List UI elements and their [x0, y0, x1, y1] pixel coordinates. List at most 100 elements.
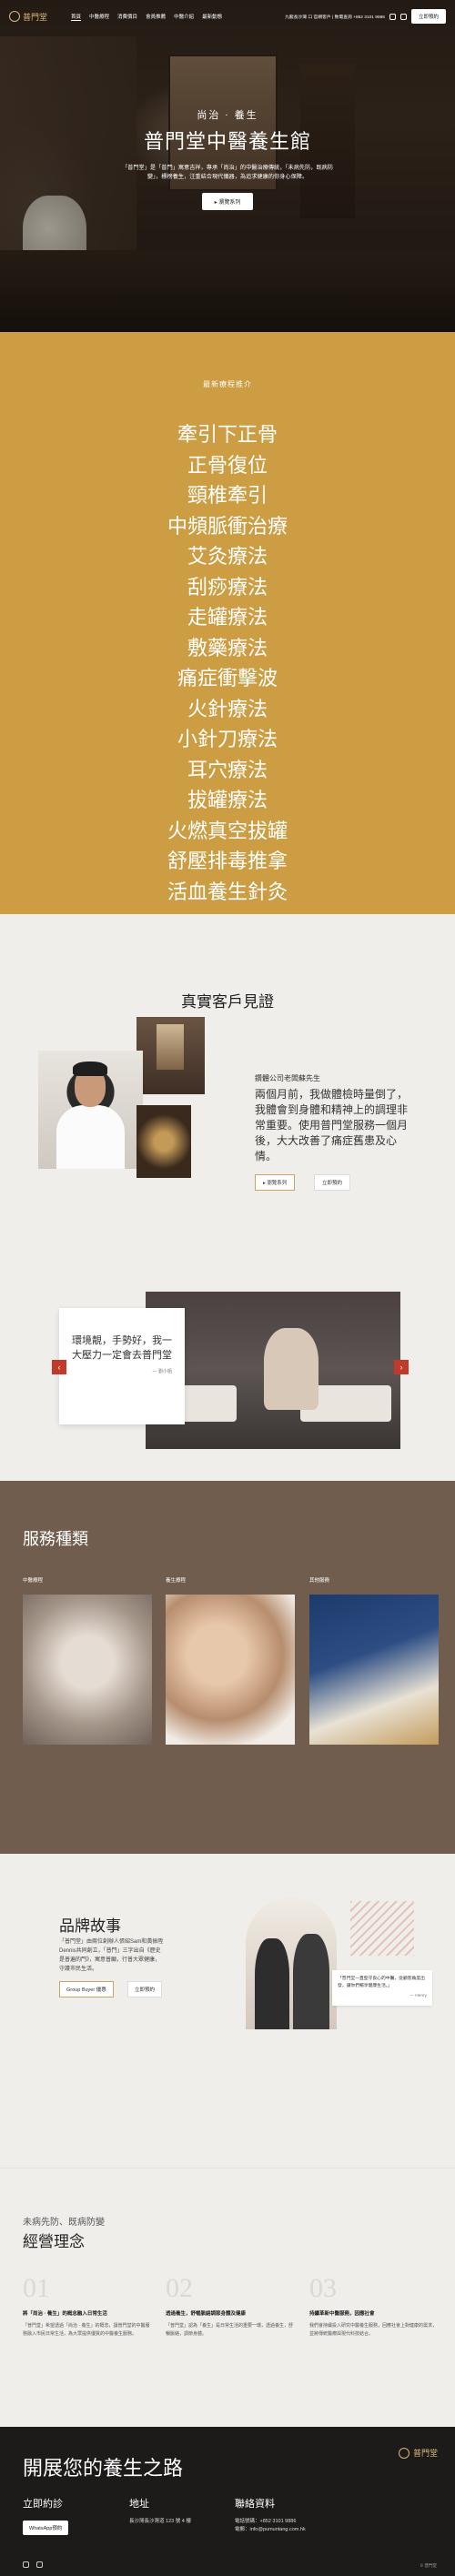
whatsapp-button[interactable]: WhatsApp預約	[23, 2521, 69, 2535]
testimonial-card-text: 環境靚，手勢好，我一大壓力一定會去普門堂	[72, 1335, 172, 1361]
philosophy-heading: 透過養生，舒暢脈絡調節身體及健康	[166, 2311, 247, 2317]
treatment-item[interactable]: 走罐療法	[0, 602, 455, 633]
philosophy-heading: 將「尚治 · 養生」的概念融入日常生活	[23, 2311, 107, 2317]
logo-icon	[399, 2447, 410, 2459]
treatments-heading: 最新療程推介	[203, 380, 252, 388]
hero-browse-button[interactable]: ▸ 瀏覽系列	[201, 193, 254, 210]
treatment-item[interactable]: 牽引下正骨	[0, 419, 455, 450]
footer-social	[23, 2561, 43, 2568]
brand-text: 「普門堂」由兩位創辦人張紹Sam和黃振陞Dennis共同創立，「普門」三字出自《…	[59, 1939, 164, 1972]
service-image-other[interactable]	[309, 1595, 439, 1745]
treatment-item[interactable]: 頸椎牽引	[0, 480, 455, 511]
service-image-wellness[interactable]	[166, 1595, 295, 1745]
footer-address: 地址 長沙灣長沙灣道 123 號 4 樓	[129, 2496, 191, 2526]
treatment-item[interactable]: 舒壓排毒推拿	[0, 846, 455, 877]
testimonials-section: 真實客戶見證 鑽體公司老闆蘇先生 兩個月前，我做體檢時量倒了，我體會到身體和精神…	[0, 914, 455, 1481]
hero-description: 「普門堂」是「普門」寓意吉祥，專承「尚治」的中醫治療傳統，「未病先防，既病防變」…	[121, 165, 334, 180]
brand-quote-text: 「普門堂一直堅守良心的中醫，從顧客角度出發，讓你們暢享健康生活。」	[338, 1977, 425, 1988]
copyright: © 普門堂	[420, 2563, 437, 2568]
nav-item-referral[interactable]: 會員推薦	[146, 13, 166, 21]
testimonial-browse-button[interactable]: ▸ 瀏覽系列	[255, 1174, 296, 1191]
top-right: 九龍長沙灣 口 官網客戶 | 致電查詢 +852 3101 9886 立即預約	[285, 9, 446, 24]
brand-quote: 「普門堂一直堅守良心的中醫，從顧客角度出發，讓你們暢享健康生活。」 — Henr…	[332, 1970, 432, 2006]
decorative-pattern	[350, 1901, 414, 1956]
footer-logo-text: 普門堂	[413, 2449, 439, 2458]
brand-book-button[interactable]: 立即預約	[127, 1981, 163, 1997]
carousel-next-button[interactable]: ›	[394, 1360, 409, 1374]
treatments-list: 牽引下正骨 正骨復位 頸椎牽引 中頻脈衝治療 艾灸療法 刮痧療法 走罐療法 敷藥…	[0, 419, 455, 907]
footer-contact-heading: 聯絡資料	[235, 2499, 275, 2510]
philosophy-number: 03	[309, 2273, 337, 2303]
philosophy-column: 03 持續革新中醫服務，因應社會 我們會持續投入研究中醫養生服務，回應社會上對健…	[309, 2273, 439, 2338]
treatments-section: 最新療程推介 牽引下正骨 正骨復位 頸椎牽引 中頻脈衝治療 艾灸療法 刮痧療法 …	[0, 332, 455, 914]
treatment-item[interactable]: 痛症衝擊波	[0, 663, 455, 694]
top-nav-bar: 普門堂 首頁 中醫療程 消費價目 會員推薦 中醫介紹 最新動態 九龍長沙灣 口 …	[0, 0, 455, 33]
treatment-item[interactable]: 火燃真空拔罐	[0, 816, 455, 847]
nav-item-tcm[interactable]: 中醫介紹	[174, 13, 194, 21]
hero-browse-label: 瀏覽系列	[218, 200, 241, 206]
facebook-icon[interactable]	[23, 2561, 29, 2568]
footer-booking-heading: 立即約診	[23, 2499, 63, 2510]
treatment-item[interactable]: 正骨復位	[0, 450, 455, 481]
footer-contact: 聯絡資料 電話號碼：+852 3101 9886 電郵：info@pumunta…	[235, 2496, 306, 2534]
main-nav: 首頁 中醫療程 消費價目 會員推薦 中醫介紹 最新動態	[71, 13, 222, 21]
brand-quote-author: — Henry	[410, 1994, 427, 1998]
footer-logo[interactable]: 普門堂	[399, 2447, 438, 2459]
testimonial-browse-label: 瀏覽系列	[267, 1181, 288, 1186]
service-image-tcm[interactable]	[23, 1595, 152, 1745]
testimonial-card-author: — 劉小姐	[152, 1369, 172, 1374]
testimonial-name: 鑽體公司老闆蘇先生	[255, 1074, 320, 1082]
hero-section: 普門堂 首頁 中醫療程 消費價目 會員推薦 中醫介紹 最新動態 九龍長沙灣 口 …	[0, 0, 455, 332]
nav-item-prices[interactable]: 消費價目	[117, 13, 137, 21]
instagram-icon[interactable]	[399, 13, 407, 20]
footer-phone[interactable]: 電話號碼：+852 3101 9886	[235, 2518, 306, 2526]
testimonial-quote: 兩個月前，我做體檢時量倒了，我體會到身體和精神上的調理非常重要。使用普門堂服務一…	[255, 1088, 409, 1162]
treatment-item[interactable]: 刮痧療法	[0, 572, 455, 603]
treatment-item[interactable]: 艾灸療法	[0, 541, 455, 572]
philosophy-column: 02 透過養生，舒暢脈絡調節身體及健康 「普門堂」認為「養生」是日常生活的重要一…	[166, 2273, 295, 2338]
philosophy-number: 01	[23, 2273, 50, 2303]
treatment-item[interactable]: 拔罐療法	[0, 785, 455, 816]
philosophy-title: 經營理念	[23, 2233, 85, 2250]
carousel-prev-button[interactable]: ‹	[52, 1360, 66, 1374]
footer-booking: 立即約診 WhatsApp預約	[23, 2496, 69, 2535]
nav-item-treatments[interactable]: 中醫療程	[89, 13, 109, 21]
book-now-button[interactable]: 立即預約	[410, 9, 446, 24]
group-buyer-button[interactable]: Group Buyer 優惠	[59, 1981, 114, 1997]
facebook-icon[interactable]	[389, 13, 396, 20]
nav-item-news[interactable]: 最新動態	[202, 13, 222, 21]
testimonial-book-button[interactable]: 立即預約	[314, 1174, 351, 1191]
services-title: 服務種類	[23, 1530, 88, 1548]
footer-email[interactable]: 電郵：info@pumuntang.com.hk	[235, 2526, 306, 2534]
footer-title: 開展您的養生之路	[23, 2457, 184, 2480]
footer-address-text: 長沙灣長沙灣道 123 號 4 樓	[129, 2519, 191, 2524]
treatment-item[interactable]: 小針刀療法	[0, 724, 455, 755]
footer: 開展您的養生之路 普門堂 立即約診 WhatsApp預約 地址 長沙灣長沙灣道 …	[0, 2427, 455, 2576]
brand-title: 品牌故事	[59, 1917, 121, 1935]
logo-text: 普門堂	[23, 12, 48, 22]
treatment-item[interactable]: 中頻脈衝治療	[0, 511, 455, 542]
philosophy-number: 02	[166, 2273, 193, 2303]
philosophy-heading: 持續革新中醫服務，因應社會	[309, 2311, 375, 2317]
service-label[interactable]: 中醫療程	[23, 1576, 43, 1584]
service-label[interactable]: 養生療程	[166, 1576, 186, 1584]
philosophy-subtitle: 未病先防、既病防變	[23, 2218, 105, 2228]
founders-image	[246, 1897, 337, 2029]
treatment-item[interactable]: 火針療法	[0, 694, 455, 725]
testimonial-card: 環境靚，手勢好，我一大壓力一定會去普門堂 — 劉小姐	[59, 1308, 185, 1424]
brand-story-section: 品牌故事 「普門堂」由兩位創辦人張紹Sam和黃振陞Dennis共同創立，「普門」…	[0, 1854, 455, 2168]
service-label[interactable]: 其他服務	[309, 1576, 329, 1584]
philosophy-section: 未病先防、既病防變 經營理念 01 將「尚治 · 養生」的概念融入日常生活 「普…	[0, 2168, 455, 2427]
services-section: 服務種類 中醫療程 養生療程 其他服務	[0, 1481, 455, 1854]
testimonials-title: 真實客戶見證	[181, 993, 274, 1011]
treatment-item[interactable]: 活血養生針灸	[0, 877, 455, 908]
nav-item-home[interactable]: 首頁	[71, 13, 82, 21]
instagram-icon[interactable]	[36, 2561, 43, 2568]
header-phone[interactable]: 九龍長沙灣 口 官網客戶 | 致電查詢 +852 3101 9886	[285, 14, 385, 20]
footer-address-heading: 地址	[129, 2499, 149, 2510]
testimonial-tea-image	[136, 1105, 191, 1178]
treatment-item[interactable]: 耳穴療法	[0, 755, 455, 786]
site-logo[interactable]: 普門堂	[9, 11, 47, 23]
philosophy-text: 「普門堂」希望透過「尚治 · 養生」的概念，讓普門堂的中醫服務融入市民日常生活，…	[23, 2323, 150, 2337]
treatment-item[interactable]: 敷藥療法	[0, 633, 455, 664]
